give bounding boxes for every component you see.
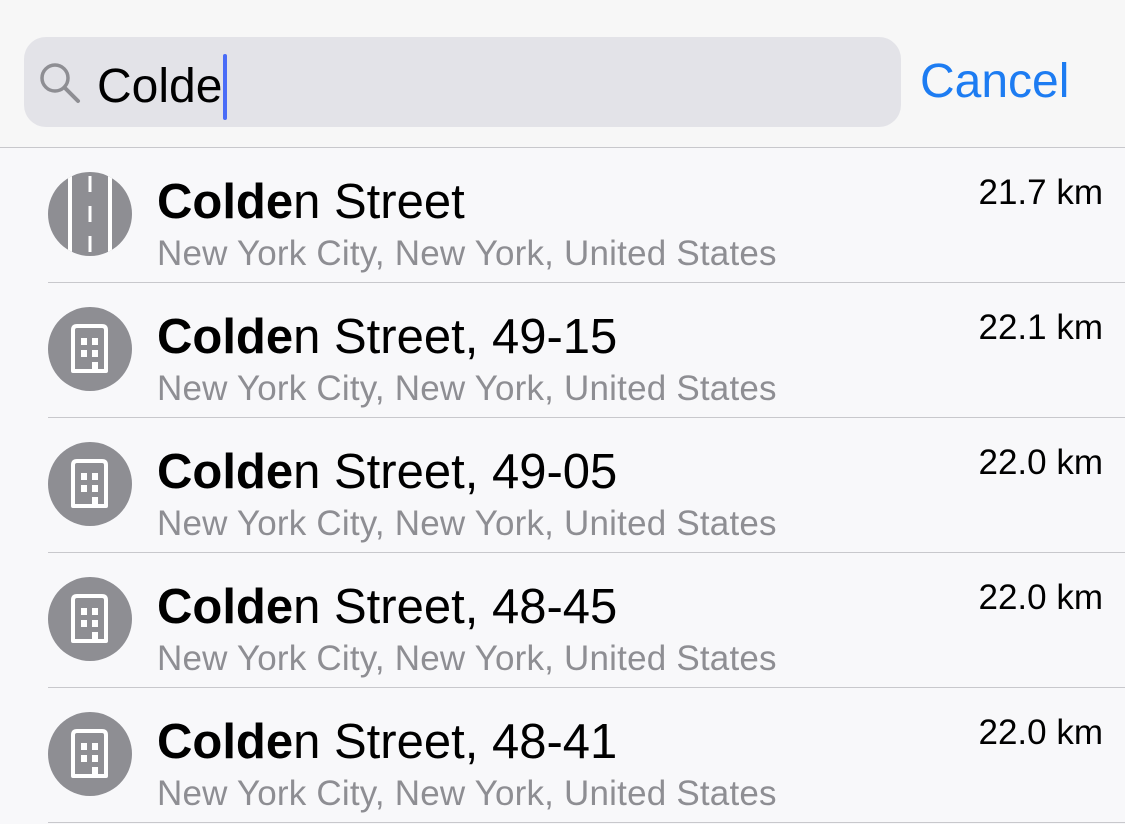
search-result-row[interactable]: Colden Street, 49-05 New York City, New … — [0, 418, 1125, 553]
search-icon — [40, 63, 80, 103]
building-icon — [48, 442, 132, 526]
result-title-rest: n Street, 48-45 — [293, 580, 618, 634]
result-title-rest: n Street, 48-41 — [293, 715, 618, 769]
cancel-button[interactable]: Cancel — [920, 52, 1069, 112]
result-title: Colden Street, 49-15 — [157, 309, 617, 365]
result-distance: 22.0 km — [978, 578, 1104, 617]
result-title-match: Colde — [157, 445, 294, 499]
result-title-match: Colde — [157, 310, 294, 364]
building-icon — [48, 712, 132, 796]
building-icon — [48, 307, 132, 391]
search-result-row[interactable]: Colden Street, 49-15 New York City, New … — [0, 283, 1125, 418]
search-query-value: Colde — [97, 60, 223, 113]
road-icon — [48, 172, 132, 256]
result-distance: 22.1 km — [978, 308, 1104, 347]
result-distance: 21.7 km — [978, 173, 1104, 212]
result-subtitle: New York City, New York, United States — [157, 369, 777, 408]
search-result-row[interactable]: Colden Street, 48-41 New York City, New … — [0, 688, 1125, 823]
result-title-rest: n Street, 49-15 — [293, 310, 618, 364]
building-icon — [48, 577, 132, 661]
result-subtitle: New York City, New York, United States — [157, 639, 777, 678]
result-title: Colden Street, 49-05 — [157, 444, 617, 500]
search-result-row[interactable]: Colden Street New York City, New York, U… — [0, 148, 1125, 283]
text-caret — [223, 54, 228, 120]
result-title-match: Colde — [157, 175, 294, 229]
result-title: Colden Street, 48-45 — [157, 579, 617, 635]
result-distance: 22.0 km — [978, 443, 1104, 482]
result-title-match: Colde — [157, 580, 294, 634]
search-query-text[interactable]: Colde — [97, 54, 228, 120]
result-title-rest: n Street — [293, 175, 465, 229]
result-title: Colden Street — [157, 174, 465, 230]
result-distance: 22.0 km — [978, 713, 1104, 752]
result-subtitle: New York City, New York, United States — [157, 504, 777, 543]
search-screen: Colde Cancel Colden Street New York City… — [0, 0, 1125, 824]
result-title: Colden Street, 48-41 — [157, 714, 617, 770]
result-title-match: Colde — [157, 715, 294, 769]
search-result-row[interactable]: Colden Street, 48-45 New York City, New … — [0, 553, 1125, 688]
result-subtitle: New York City, New York, United States — [157, 234, 777, 273]
result-title-rest: n Street, 49-05 — [293, 445, 618, 499]
row-divider — [48, 821, 1125, 823]
result-subtitle: New York City, New York, United States — [157, 774, 777, 813]
search-header: Colde Cancel — [0, 0, 1125, 148]
search-results-list: Colden Street New York City, New York, U… — [0, 148, 1125, 823]
